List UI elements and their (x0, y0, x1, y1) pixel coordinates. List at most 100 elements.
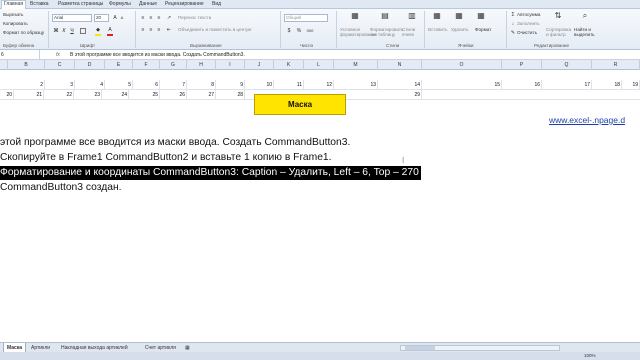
indent-icon[interactable]: ⇤ (166, 27, 172, 33)
currency-icon[interactable]: $ (286, 28, 292, 34)
format-as-table-button[interactable]: Форматировать как таблицу (370, 27, 403, 37)
number-format-select[interactable]: Общий (284, 14, 328, 22)
underline-button[interactable]: Ч (69, 28, 75, 34)
formula-input[interactable]: В этой программе все вводится из маски в… (70, 50, 245, 60)
cell[interactable]: 21 (14, 90, 44, 99)
clear-button[interactable]: Очистить (517, 30, 537, 36)
name-box[interactable]: 6 (0, 50, 40, 60)
cell[interactable]: 29 (378, 90, 422, 99)
italic-button[interactable]: К (61, 28, 67, 34)
grow-font-icon[interactable]: A (112, 15, 118, 21)
cell[interactable]: 15 (422, 80, 502, 89)
merge-center-button[interactable]: Объединить и поместить в центре (178, 27, 251, 33)
column-header[interactable]: O (422, 60, 502, 70)
cell[interactable]: 8 (187, 80, 216, 89)
website-link[interactable]: www.excel-.npage.d (549, 115, 625, 125)
autosum-button[interactable]: Автосумма (517, 12, 540, 18)
cell-styles-button[interactable]: Стили ячеек (402, 27, 422, 37)
cell[interactable]: 9 (216, 80, 245, 89)
cell[interactable]: 22 (44, 90, 74, 99)
insert-cells-button[interactable]: Вставить (428, 27, 447, 33)
mask-button[interactable]: Маска (254, 94, 346, 115)
shrink-font-icon[interactable]: A (119, 15, 125, 21)
format-cells-button[interactable]: Формат (475, 27, 491, 33)
cell[interactable]: 12 (304, 80, 334, 89)
format-painter-button[interactable]: Формат по образцу (3, 30, 44, 36)
cell[interactable]: 7 (160, 80, 187, 89)
cell[interactable]: 27 (187, 90, 216, 99)
column-header[interactable]: F (133, 60, 160, 70)
cell[interactable]: 25 (129, 90, 160, 99)
column-header[interactable]: M (334, 60, 378, 70)
horizontal-scrollbar[interactable] (400, 345, 560, 351)
cell[interactable]: 23 (74, 90, 102, 99)
column-header[interactable]: N (378, 60, 422, 70)
fill-color-icon[interactable]: ◆ (95, 27, 101, 33)
cell[interactable]: 26 (160, 90, 187, 99)
delete-cells-button[interactable]: Удалить (451, 27, 469, 33)
cell[interactable]: 4 (75, 80, 105, 89)
column-header[interactable]: Q (542, 60, 592, 70)
percent-button[interactable]: % (296, 28, 302, 34)
copy-button[interactable]: Копировать (3, 21, 28, 27)
cut-button[interactable]: Вырезать (3, 12, 23, 18)
align-bottom-icon[interactable]: ≡ (156, 15, 162, 21)
cell[interactable]: 20 (0, 90, 14, 99)
font-size-select[interactable]: 20 (94, 14, 109, 22)
sort-filter-icon: ⇅ (554, 11, 562, 20)
zoom-level[interactable]: 100% (584, 353, 632, 359)
cell[interactable]: 6 (133, 80, 160, 89)
cell[interactable]: 3 (45, 80, 75, 89)
column-header[interactable]: B (8, 60, 45, 70)
cell[interactable]: 16 (502, 80, 542, 89)
cell[interactable]: 11 (274, 80, 304, 89)
cell[interactable]: 13 (334, 80, 378, 89)
column-header[interactable]: D (75, 60, 105, 70)
cell[interactable]: 17 (542, 80, 592, 89)
align-middle-icon[interactable]: ≡ (148, 15, 154, 21)
cell[interactable]: 14 (378, 80, 422, 89)
column-header[interactable]: P (502, 60, 542, 70)
borders-icon[interactable] (80, 28, 86, 34)
cell[interactable]: 24 (102, 90, 129, 99)
column-header[interactable]: E (105, 60, 133, 70)
cell[interactable]: 5 (105, 80, 133, 89)
find-select-button[interactable]: Найти и выделить (574, 27, 598, 37)
font-color-icon[interactable]: A (107, 27, 113, 33)
bold-button[interactable]: Ж (53, 28, 59, 34)
cell[interactable]: 10 (245, 80, 274, 89)
fill-button[interactable]: Заполнить (517, 21, 540, 27)
align-right-icon[interactable]: ≡ (156, 27, 162, 33)
cell[interactable]: 18 (592, 80, 622, 89)
column-header[interactable]: L (304, 60, 334, 70)
tab-insert[interactable]: Вставка (30, 1, 49, 8)
align-left-icon[interactable]: ≡ (140, 27, 146, 33)
column-header[interactable]: G (160, 60, 187, 70)
column-header[interactable]: K (274, 60, 304, 70)
font-name-select[interactable]: Arial (52, 14, 92, 22)
tab-view[interactable]: Вид (212, 1, 221, 8)
align-center-icon[interactable]: ≡ (148, 27, 154, 33)
tab-review[interactable]: Рецензирование (165, 1, 204, 8)
column-header[interactable]: H (187, 60, 216, 70)
align-top-icon[interactable]: ≡ (140, 15, 146, 21)
conditional-formatting-button[interactable]: Условное форматирование (340, 27, 377, 37)
orientation-icon[interactable]: ↗ (166, 15, 172, 21)
select-all-corner[interactable] (0, 60, 8, 70)
column-header[interactable]: I (216, 60, 245, 70)
scrollbar-thumb[interactable] (405, 346, 435, 350)
cell[interactable]: 2 (8, 80, 45, 89)
cell[interactable]: 28 (216, 90, 245, 99)
column-header[interactable]: J (245, 60, 274, 70)
sort-filter-button[interactable]: Сортировка и фильтр (546, 27, 574, 37)
thousands-button[interactable]: 000 (305, 28, 315, 34)
tab-formulas[interactable]: Формулы (109, 1, 131, 8)
column-header[interactable]: C (45, 60, 75, 70)
tab-home[interactable]: Главная (1, 0, 27, 9)
tab-page-layout[interactable]: Разметка страницы (58, 1, 103, 8)
column-header[interactable]: R (592, 60, 640, 70)
wrap-text-button[interactable]: Перенос текста (178, 15, 211, 21)
tab-data[interactable]: Данные (139, 1, 157, 8)
cell[interactable]: 19 (622, 80, 640, 89)
fx-icon[interactable]: fx (56, 50, 60, 60)
